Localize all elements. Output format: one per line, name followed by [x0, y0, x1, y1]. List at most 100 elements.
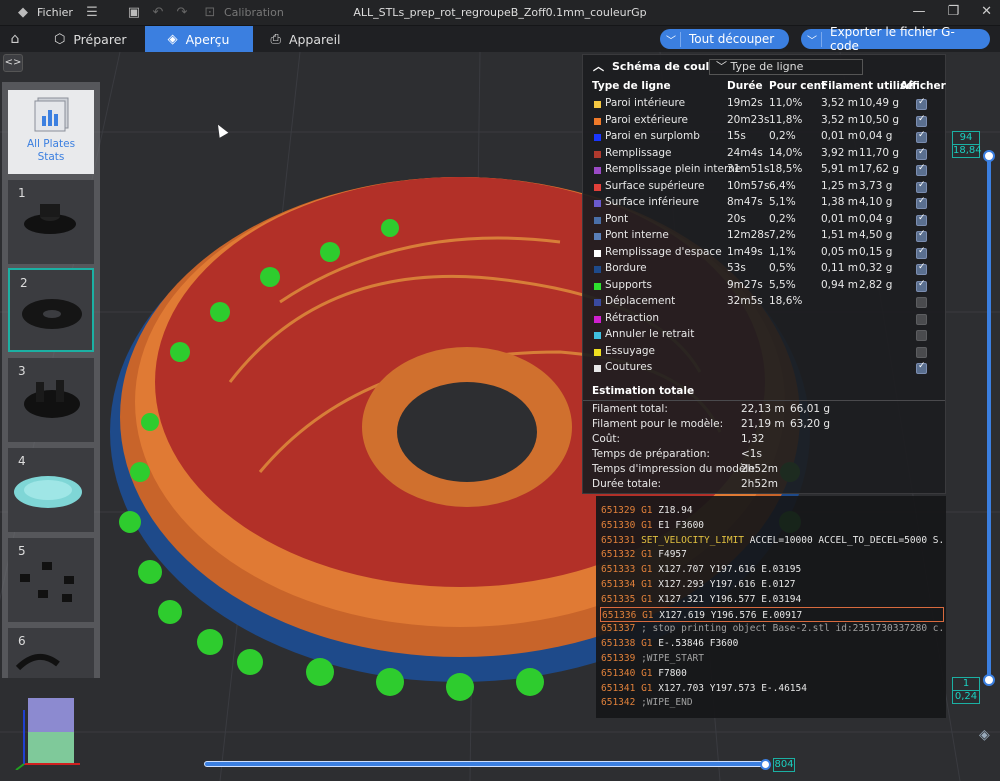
gcode-line[interactable]: 651340 G1 F7800 — [600, 666, 944, 681]
legend-name: Paroi intérieure — [605, 97, 686, 109]
plate-1[interactable]: 1 — [8, 180, 94, 264]
close-icon[interactable]: ✕ — [981, 4, 992, 19]
plate-thumbnail — [24, 204, 76, 234]
gcode-line[interactable]: 651333 G1 X127.707 Y197.616 E.03195 — [600, 562, 944, 577]
layer-slider-bottom-handle[interactable] — [983, 674, 995, 686]
show-checkbox[interactable] — [916, 180, 927, 193]
layer-slider-track[interactable] — [987, 155, 991, 681]
undo-icon[interactable]: ↶ — [149, 5, 167, 20]
all-plates-stats-button[interactable]: All Plates Stats — [8, 90, 94, 174]
estimate-divider — [583, 400, 945, 401]
layer-slider-top-handle[interactable] — [983, 150, 995, 162]
slice-all-button[interactable]: ﹀ Tout découper — [660, 29, 789, 49]
home-icon[interactable]: ⌂ — [0, 31, 30, 47]
color-swatch — [594, 200, 601, 207]
show-checkbox[interactable] — [916, 196, 927, 209]
estimate-v1: <1s — [741, 448, 762, 460]
gcode-command: G1 — [641, 593, 653, 605]
gcode-line[interactable]: 651342 ;WIPE_END — [600, 695, 944, 710]
gcode-line[interactable]: 651330 G1 E1 F3600 — [600, 518, 944, 533]
maximize-icon[interactable]: ❐ — [947, 4, 959, 19]
gcode-line[interactable]: 651329 G1 Z18.94 — [600, 503, 944, 518]
view-mode-select[interactable]: ﹀ Type de ligne — [709, 59, 863, 75]
estimate-row: Temps d'impression du modèle: 2h52m — [583, 463, 945, 478]
show-checkbox[interactable] — [916, 246, 927, 259]
tab-prepare[interactable]: ⬡ Préparer — [36, 26, 145, 52]
show-checkbox[interactable] — [916, 330, 927, 341]
show-checkbox[interactable] — [916, 163, 927, 176]
show-checkbox[interactable] — [916, 346, 927, 358]
gcode-line[interactable]: 651332 G1 F4957 — [600, 547, 944, 562]
legend-time: 10m57s — [727, 179, 770, 192]
legend-row: Paroi intérieure 19m2s 11,0% 3,52 m 10,49 g — [583, 97, 945, 113]
legend-len: 0,11 m — [821, 262, 858, 274]
plate-2[interactable]: 2 — [8, 268, 94, 352]
show-checkbox[interactable] — [916, 279, 927, 292]
gcode-arguments: ;WIPE_END — [641, 697, 693, 709]
estimate-label: Temps d'impression du modèle: — [592, 463, 759, 475]
export-gcode-button[interactable]: ﹀ Exporter le fichier G-code — [801, 25, 990, 53]
color-swatch — [594, 167, 601, 174]
estimate-v2: 63,20 g — [790, 418, 831, 430]
legend-len: 0,94 m — [821, 278, 858, 291]
color-swatch — [594, 249, 601, 257]
show-checkbox[interactable] — [916, 97, 927, 110]
gcode-line[interactable]: 651334 G1 X127.293 Y197.616 E.0127 — [600, 577, 944, 592]
gcode-line-number: 651340 — [601, 667, 636, 679]
gcode-viewer[interactable]: 651329 G1 Z18.94 651330 G1 E1 F3600 651331… — [596, 496, 946, 718]
calibration-menu[interactable]: ⊡ Calibration — [197, 5, 288, 20]
legend-len: 1,25 m — [821, 179, 858, 192]
file-menu[interactable]: ◆ Fichier — [10, 5, 77, 20]
legend-row: Remplissage d'espace 1m49s 1,1% 0,05 m 0,15 … — [583, 246, 945, 262]
show-checkbox[interactable] — [916, 361, 927, 374]
redo-icon[interactable]: ↷ — [173, 5, 191, 20]
plate-4[interactable]: 4 — [8, 448, 94, 532]
legend-name: Surface inférieure — [605, 196, 699, 208]
plate-5[interactable]: 5 — [8, 538, 94, 622]
hamburger-menu-icon[interactable]: ☰ — [83, 5, 101, 20]
gcode-line[interactable]: 651341 G1 X127.703 Y197.573 E-.46154 — [600, 681, 944, 696]
show-checkbox[interactable] — [916, 297, 927, 308]
gcode-line-current[interactable]: 651336 G1 X127.619 Y196.576 E.00917 — [600, 606, 944, 622]
color-swatch — [594, 216, 601, 224]
color-swatch — [594, 233, 601, 240]
show-checkbox[interactable] — [916, 313, 927, 325]
show-checkbox[interactable] — [916, 213, 927, 226]
gcode-line[interactable]: 651338 G1 E-.53846 F3600 — [600, 636, 944, 651]
minimize-icon[interactable]: — — [912, 4, 925, 19]
save-icon[interactable]: ▣ — [125, 5, 143, 20]
collapse-legend-icon[interactable]: ︿ — [593, 58, 604, 74]
legend-row: Remplissage 24m4s 14,0% 3,92 m 11,70 g — [583, 147, 945, 163]
gcode-line[interactable]: 651339 ;WIPE_START — [600, 651, 944, 666]
move-slider-track[interactable] — [204, 761, 770, 767]
plate-6[interactable]: 6 — [8, 628, 94, 678]
legend-time: 32m5s — [727, 295, 763, 307]
gcode-line-number: 651341 — [601, 682, 636, 694]
navigation-cube[interactable] — [14, 690, 84, 770]
plate-thumbnail — [20, 562, 74, 602]
chevron-down-icon[interactable]: ﹀ — [666, 31, 681, 47]
show-checkbox[interactable] — [916, 130, 927, 143]
chevron-down-icon: ﹀ — [716, 60, 727, 73]
gcode-line[interactable]: 651331 SET_VELOCITY_LIMIT ACCEL=10000 AC… — [600, 533, 944, 548]
color-swatch — [594, 348, 601, 356]
app-logo-icon: ◆ — [18, 5, 28, 20]
show-checkbox[interactable] — [916, 229, 927, 242]
legend-name: Paroi extérieure — [605, 113, 689, 126]
show-checkbox[interactable] — [916, 262, 927, 275]
tab-preview[interactable]: ◈ Aperçu — [144, 26, 253, 52]
gcode-line[interactable]: 651335 G1 X127.321 Y196.577 E.03194 — [600, 592, 944, 607]
stacked-layers-icon[interactable]: ◈ — [979, 727, 990, 743]
show-checkbox[interactable] — [916, 114, 927, 127]
move-slider-handle[interactable] — [760, 759, 771, 770]
chevron-down-icon[interactable]: ﹀ — [807, 31, 822, 47]
gcode-line[interactable]: 651337 ; stop printing object Base-2.stl… — [600, 621, 944, 636]
plate-3[interactable]: 3 — [8, 358, 94, 442]
tab-device[interactable]: ⎙ Appareil — [253, 26, 359, 52]
legend-name: Remplissage — [605, 146, 672, 159]
legend-pct: 18,5% — [769, 163, 803, 175]
gcode-arguments: E1 F3600 — [658, 519, 705, 531]
collapse-sidebar-button[interactable]: <> — [3, 54, 23, 72]
bottom-layer-number: 1 — [962, 678, 970, 689]
show-checkbox[interactable] — [916, 147, 927, 160]
